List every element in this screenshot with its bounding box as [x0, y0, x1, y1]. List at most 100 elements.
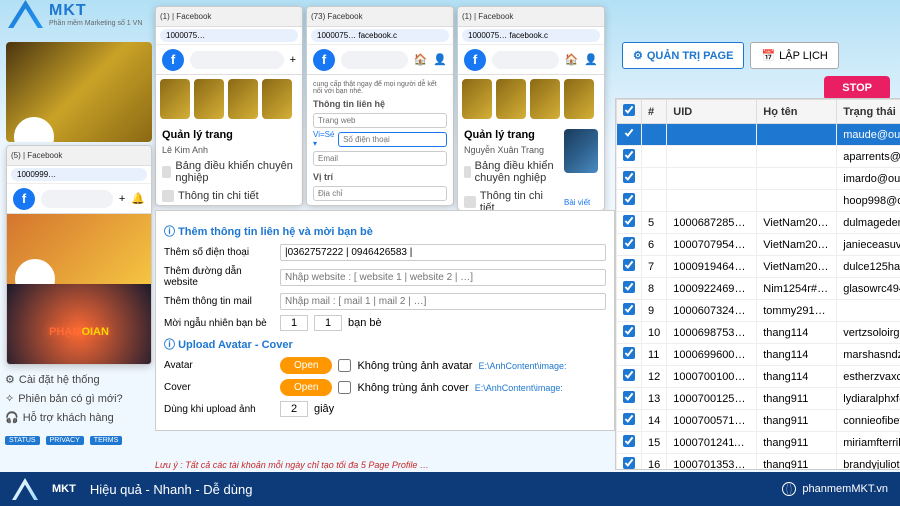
website-input[interactable]	[280, 269, 606, 286]
open-cover-button[interactable]: Open	[280, 379, 332, 396]
open-avatar-button[interactable]: Open	[280, 357, 332, 374]
row-checkbox[interactable]	[623, 171, 635, 183]
invite-max[interactable]	[314, 315, 342, 331]
table-row[interactable]: 16100070135369342thang911 brandyjuliotao…	[617, 454, 900, 471]
changelog-link[interactable]: ✧Phiên bản có gì mới?	[5, 389, 145, 408]
menu-item[interactable]: Thông tin chi tiết	[162, 187, 296, 205]
delay-input[interactable]	[280, 401, 308, 417]
tab-laplich[interactable]: 📅LẬP LỊCH	[750, 42, 838, 69]
settings-link[interactable]: ⚙Cài đặt hệ thống	[5, 370, 145, 389]
right-toolbar: ⚙QUẢN TRỊ PAGE 📅LẬP LỊCH	[622, 42, 892, 69]
table-row[interactable]: maude@outlo…Chuyển về tài khoản cá nhân …	[617, 124, 900, 146]
no-dup-avatar-checkbox[interactable]	[338, 359, 351, 372]
url-input[interactable]	[160, 29, 298, 42]
avatar-path: E:\AnhContent\image:	[478, 361, 566, 371]
config-panel: ⓘ Thêm thông tin liên hệ và mời bạn bè T…	[155, 210, 615, 431]
table-row[interactable]: aparrents@#…Chuyển về tài khoản cá nhân …	[617, 146, 900, 168]
row-checkbox[interactable]	[623, 127, 635, 139]
facebook-icon: f	[162, 49, 184, 71]
footer-site[interactable]: phanmemMKT.vn	[782, 482, 888, 496]
table-row[interactable]: 15100070124119057thang911 miriamfterrill…	[617, 432, 900, 454]
page-owner: Lê Kim Anh	[162, 145, 296, 155]
url-input[interactable]	[11, 168, 147, 181]
left-footer-links: ⚙Cài đặt hệ thống ✧Phiên bản có gì mới? …	[5, 370, 145, 448]
cover-path: E:\AnhContent\image:	[475, 383, 563, 393]
table-row[interactable]: 9100060732458669tommy291217@ Đã tạo thàn…	[617, 300, 900, 322]
brand-name: MKT	[49, 2, 142, 20]
row-checkbox[interactable]	[623, 281, 635, 293]
footer-slogan: Hiệu quả - Nhanh - Dễ dùng	[90, 482, 253, 497]
row-checkbox[interactable]	[623, 259, 635, 271]
section-contact: ⓘ Thêm thông tin liên hệ và mời bạn bè	[164, 223, 606, 239]
facebook-icon: f	[13, 188, 35, 210]
row-checkbox[interactable]	[623, 435, 635, 447]
row-checkbox[interactable]	[623, 413, 635, 425]
menu-item[interactable]: Bảng điều khiển chuyên nghiệp	[162, 157, 296, 187]
table-row[interactable]: imardo@outl…Chuyển về tài khoản cá nhân …	[617, 168, 900, 190]
url-input[interactable]	[462, 29, 600, 42]
calendar-icon: 📅	[761, 49, 775, 62]
email-field[interactable]	[313, 151, 447, 166]
mini-browser-3[interactable]: (1) | Facebook f🏠👤 Quản lý trang Nguyễn …	[457, 6, 605, 211]
table-header-row: #UID Họ tên Trạng thái Thành công Tình t…	[617, 100, 900, 124]
row-checkbox[interactable]	[623, 325, 635, 337]
privacy-badge[interactable]: PRIVACY	[46, 436, 84, 445]
headset-icon: 🎧	[5, 411, 19, 424]
table-row[interactable]: 11100069960040674thang114 marshasndzykcg…	[617, 344, 900, 366]
app-footer: MKT Hiệu quả - Nhanh - Dễ dùng phanmemMK…	[0, 472, 900, 506]
phone-field[interactable]	[338, 132, 447, 147]
no-dup-cover-checkbox[interactable]	[338, 381, 351, 394]
row-checkbox[interactable]	[623, 369, 635, 381]
mini-browser-1[interactable]: (1) | Facebook f+ Quản lý trang Lê Kim A…	[155, 6, 303, 206]
tab-quantri-page[interactable]: ⚙QUẢN TRỊ PAGE	[622, 42, 744, 69]
row-checkbox[interactable]	[623, 391, 635, 403]
fb-search[interactable]	[190, 51, 284, 69]
row-checkbox[interactable]	[623, 303, 635, 315]
table-row[interactable]: 10100069875380534thang114 vertzsoloirgai…	[617, 322, 900, 344]
select-all-checkbox[interactable]	[623, 104, 635, 116]
row-checkbox[interactable]	[623, 347, 635, 359]
table-row[interactable]: 14100070057132519thang911 connieofibeth@…	[617, 410, 900, 432]
address-field[interactable]	[313, 186, 447, 201]
brand-logo: MKT Phần mềm Marketing số 1 VN	[8, 0, 142, 28]
table-row[interactable]: 8100092246923293Nim1254r#fn4d glasowrc49…	[617, 278, 900, 300]
facebook-icon: f	[313, 49, 335, 71]
invite-min[interactable]	[280, 315, 308, 331]
warning-note: Lưu ý : Tất cả các tài khoản mỗi ngày ch…	[155, 460, 429, 470]
sparkle-icon: ✧	[5, 392, 14, 405]
brand-tagline: Phần mềm Marketing số 1 VN	[49, 20, 142, 27]
mini-browser-4[interactable]: (5) | Facebook f+🔔 PHẠMOIAN Thêm nút hàn…	[6, 145, 152, 365]
row-checkbox[interactable]	[623, 149, 635, 161]
tab-title: (1) | Facebook	[160, 12, 298, 21]
table-row[interactable]: hoop998@outl…	[617, 190, 900, 212]
row-checkbox[interactable]	[623, 457, 635, 469]
footer-logo-icon	[12, 478, 38, 500]
table-row[interactable]: 13100070012556255thang911 lydiaralphxf@o…	[617, 388, 900, 410]
url-input[interactable]	[311, 29, 449, 42]
mail-input[interactable]	[280, 293, 606, 310]
row-checkbox[interactable]	[623, 237, 635, 249]
menu-item[interactable]: Trung tâm quảng cáo	[162, 205, 296, 206]
globe-icon	[782, 482, 796, 496]
row-checkbox[interactable]	[623, 193, 635, 205]
mini-browser-2[interactable]: (73) Facebook f🏠👤 cung cấp thật ngay để …	[306, 6, 454, 206]
website-field[interactable]	[313, 113, 447, 128]
city-field[interactable]	[313, 205, 447, 206]
table-row[interactable]: 12100070010029770thang114 estherzvaxcaro…	[617, 366, 900, 388]
page-mgmt-title: Quản lý trang	[162, 129, 296, 141]
row-checkbox[interactable]	[623, 215, 635, 227]
support-link[interactable]: 🎧Hỗ trợ khách hàng	[5, 408, 145, 427]
logo-icon	[8, 0, 43, 28]
gear-icon: ⚙	[5, 373, 15, 386]
table-row[interactable]: 7100091946410955VietNam2023@#4 dulce125h…	[617, 256, 900, 278]
table-row[interactable]: 5100068728511397VietNam2023@#@… dulmaged…	[617, 212, 900, 234]
status-badge[interactable]: STATUS	[5, 436, 40, 445]
terms-badge[interactable]: TERMS	[90, 436, 123, 445]
section-upload: ⓘ Upload Avatar - Cover	[164, 336, 606, 352]
cover-preview-1	[6, 42, 152, 142]
gear-icon: ⚙	[633, 49, 643, 62]
phone-input[interactable]	[280, 244, 606, 261]
stop-button[interactable]: STOP	[824, 76, 890, 100]
accounts-table: #UID Họ tên Trạng thái Thành công Tình t…	[615, 98, 900, 470]
table-row[interactable]: 6100070795470478VietNam2023@#@… janiecea…	[617, 234, 900, 256]
